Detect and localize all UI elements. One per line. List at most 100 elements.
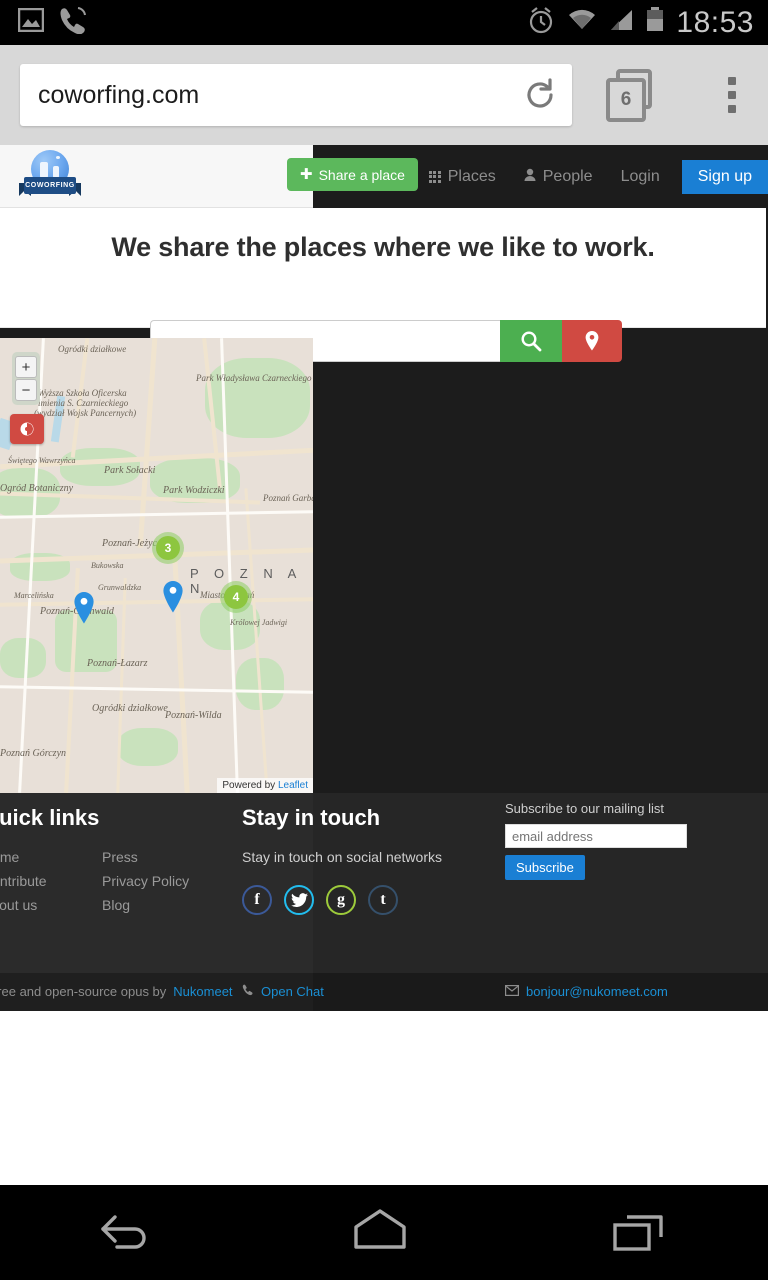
search-icon	[521, 331, 542, 352]
nukomeet-link[interactable]: Nukomeet	[173, 984, 232, 999]
attribution-prefix: Powered by	[222, 780, 278, 791]
quick-links-column-1: Home Contribute About us	[0, 849, 102, 921]
map-locate-button[interactable]	[10, 414, 44, 444]
map-label: Wyższa Szkoła Oficerska	[38, 388, 127, 398]
hero-section: We share the places where we like to wor…	[0, 208, 766, 362]
leaflet-link[interactable]: Leaflet	[278, 780, 308, 791]
map-label: (wydział Wojsk Pancernych)	[34, 408, 137, 418]
locate-icon	[20, 422, 34, 436]
quick-link-about-us[interactable]: About us	[0, 897, 102, 913]
logo-wordmark: COWORFING	[24, 177, 76, 194]
footer-credit: A free and open-source opus by Nukomeet	[0, 984, 233, 999]
nav-item-people[interactable]: People	[510, 168, 607, 186]
phone-icon	[58, 6, 88, 39]
subscribe-email-input[interactable]	[505, 824, 687, 848]
share-a-place-button[interactable]: ✚ Share a place	[287, 158, 418, 191]
alarm-icon	[526, 5, 556, 40]
map-label: Marcelińska	[14, 591, 54, 600]
android-navigation-bar	[0, 1185, 768, 1280]
googleplus-icon[interactable]: g	[326, 885, 356, 915]
quick-link-press[interactable]: Press	[102, 849, 222, 865]
email-link[interactable]: bonjour@nukomeet.com	[526, 984, 668, 999]
logo-figure	[40, 162, 48, 178]
map-cluster-count: 4	[232, 590, 240, 604]
map-attribution: Powered by Leaflet	[217, 778, 313, 793]
map-container[interactable]: Ogródki działkowe Park Władysława Czarnec…	[0, 338, 313, 793]
quick-link-contribute[interactable]: Contribute	[0, 873, 102, 889]
site-logo[interactable]: COWORFING	[19, 150, 81, 204]
map-cluster-marker[interactable]: 3	[152, 532, 184, 564]
envelope-icon	[505, 984, 520, 999]
person-icon	[524, 168, 536, 186]
menu-dot	[728, 91, 736, 99]
facebook-icon[interactable]: f	[242, 885, 272, 915]
overflow-menu-icon[interactable]	[728, 77, 736, 113]
page-white-area	[0, 1011, 768, 1185]
map-park	[0, 638, 46, 678]
map-label: imienia S. Czarnieckiego	[38, 398, 129, 408]
url-bar[interactable]: coworfing.com	[20, 64, 572, 126]
page-title: We share the places where we like to wor…	[111, 232, 655, 262]
subscribe-button[interactable]: Subscribe	[505, 855, 585, 880]
map-label: Grunwaldzka	[98, 583, 142, 592]
logo-dot	[56, 156, 60, 159]
sign-up-button[interactable]: Sign up	[681, 159, 768, 194]
footer-chat[interactable]: Open Chat	[242, 984, 324, 999]
map-label: Świętego Wawrzyńca	[8, 456, 76, 465]
quick-link-privacy-policy[interactable]: Privacy Policy	[102, 873, 222, 889]
footer-bottom-bar: A free and open-source opus by Nukomeet …	[0, 973, 768, 1011]
menu-dot	[728, 77, 736, 85]
android-status-bar: 18:53	[0, 0, 768, 45]
map-zoom-controls[interactable]: + −	[12, 352, 40, 405]
back-icon[interactable]	[89, 1203, 161, 1262]
zoom-in-button[interactable]: +	[15, 356, 37, 378]
site-footer: Quick links Home Contribute About us Pre…	[0, 793, 768, 973]
reload-icon[interactable]	[508, 78, 572, 112]
geolocate-button[interactable]	[562, 320, 622, 362]
footer-email[interactable]: bonjour@nukomeet.com	[505, 984, 668, 999]
home-icon[interactable]	[340, 1203, 420, 1262]
map-label: Poznań Górczyn	[0, 748, 67, 759]
status-bar-clock: 18:53	[676, 5, 754, 39]
recents-icon[interactable]	[599, 1203, 679, 1262]
grid-icon	[428, 170, 441, 183]
map-label: Poznań-Wilda	[165, 710, 222, 721]
nav-item-places-label: Places	[447, 167, 496, 185]
image-icon	[17, 7, 45, 37]
tumblr-icon[interactable]: t	[368, 885, 398, 915]
url-text[interactable]: coworfing.com	[20, 81, 508, 110]
quick-link-blog[interactable]: Blog	[102, 897, 222, 913]
nav-item-login[interactable]: Login	[607, 168, 674, 186]
zoom-out-button[interactable]: −	[15, 379, 37, 401]
status-bar-left-icons	[0, 6, 88, 39]
map-cluster-marker[interactable]: 4	[220, 581, 252, 613]
plus-icon: ✚	[300, 166, 313, 183]
open-chat-link[interactable]: Open Chat	[261, 984, 324, 999]
map-pin-marker[interactable]	[73, 592, 95, 624]
quick-links-column-2: Press Privacy Policy Blog	[102, 849, 222, 921]
map-city-label: P O Z N A N	[190, 566, 302, 596]
menu-dot	[728, 105, 736, 113]
map-pin-marker[interactable]	[162, 581, 184, 613]
map-label: Ogródki działkowe	[58, 344, 127, 354]
webpage-viewport: COWORFING ✚ Share a place Places People	[0, 145, 768, 1185]
tab-switcher-button[interactable]: 6	[594, 64, 656, 126]
map-marker-icon	[585, 331, 599, 351]
map-label: Ogród Botaniczny	[0, 483, 74, 494]
nav-item-login-label: Login	[620, 167, 660, 185]
share-a-place-label: Share a place	[318, 166, 405, 183]
footer-credit-text: A free and open-source opus by	[0, 984, 167, 999]
device-screen: 18:53 coworfing.com 6 COWORFING ✚ Share …	[0, 0, 768, 1280]
social-links: f g t	[242, 885, 502, 915]
map-label: Ogródki działkowe	[92, 703, 168, 714]
footer-stay-in-touch: Stay in touch Stay in touch on social ne…	[242, 805, 502, 915]
quick-link-home[interactable]: Home	[0, 849, 102, 865]
twitter-icon[interactable]	[284, 885, 314, 915]
map-label: Park Władysława Czarneckiego	[196, 373, 312, 383]
tab-count: 6	[606, 78, 646, 122]
nav-item-places[interactable]: Places	[415, 168, 510, 186]
map-cluster-count: 3	[164, 541, 172, 555]
search-button[interactable]	[500, 320, 562, 362]
site-navbar: COWORFING ✚ Share a place Places People	[0, 145, 768, 208]
map-label: Królowej Jadwigi	[230, 618, 288, 627]
